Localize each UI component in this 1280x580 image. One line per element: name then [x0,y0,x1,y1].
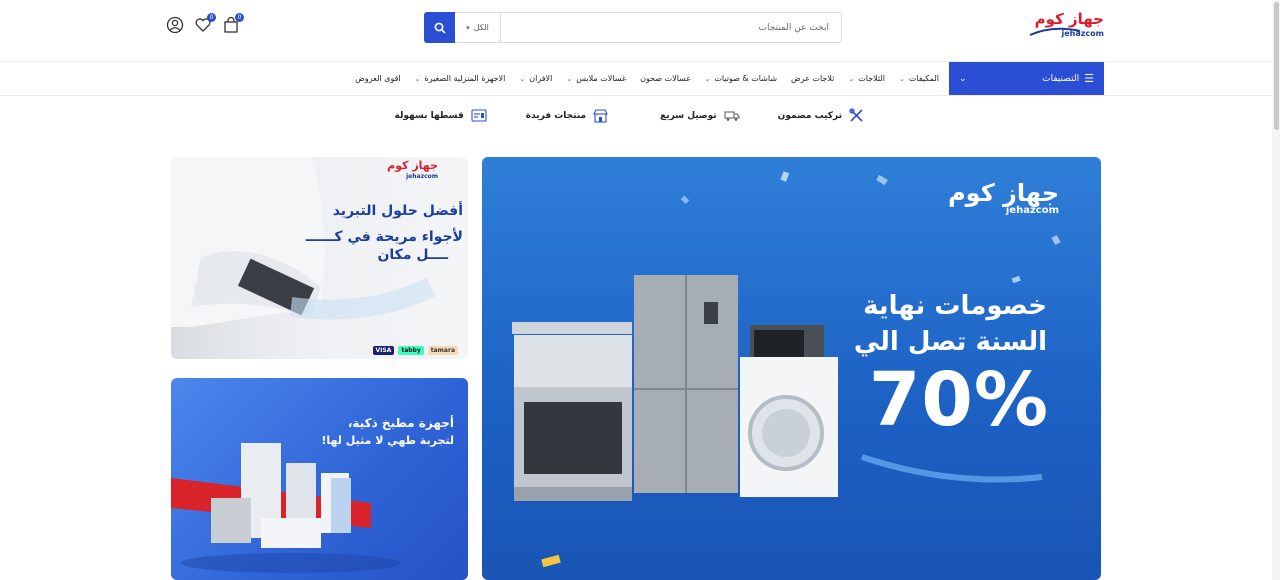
banner-logo-arabic: جهاز كوم [948,179,1059,207]
nav-item-label: الافران [529,74,553,83]
feature-label: قسطها بسهولة [394,110,464,121]
cart-button[interactable]: 0 [222,13,244,34]
feature-unique-products: منتجات فريدة [526,108,608,123]
wishlist-count-badge: 0 [207,13,216,22]
banner-logo-latin: jehazcom [1005,205,1059,216]
cart-count-badge: 0 [235,13,244,22]
payment-methods: VISA tabby tamara [372,346,458,355]
search-button[interactable] [424,12,455,43]
nav-item-screens-audio[interactable]: شاشات & صوتيات ⌄ [704,74,777,83]
banner-headline-line2: السنة تصل الي [853,327,1047,357]
installment-icon [471,109,487,122]
nav-item-ovens[interactable]: الافران ⌄ [519,74,552,83]
visa-badge: VISA [372,346,395,355]
nav-item-label: غسالات ملابس [576,74,627,83]
nav-item-label: الاجهزة المنزلية الصغيرة [424,74,506,83]
chevron-down-icon: ⌄ [414,74,421,83]
chevron-down-icon: ⌄ [519,74,526,83]
ac-headline-line1: أفضل حلول التبريد [332,203,463,219]
banner-logo-latin: jehazcom [406,173,438,180]
wishlist-button[interactable]: 0 [194,13,216,34]
nav-item-display-fridges[interactable]: ثلاجات عرض [791,74,834,83]
hamburger-icon: ☰ [1084,72,1094,85]
hero-banner-year-end-sale[interactable]: جهاز كوم jehazcom خصومات نهاية السنة تصل… [482,157,1101,580]
nav-item-best-offers[interactable]: اقوى العروض [355,74,400,83]
nav-item-label: الثلاجات [858,74,885,83]
kitchen-appliances-illustration [171,443,401,573]
search-bar: الكل ▾ [424,12,842,43]
chevron-down-icon: ⌄ [704,74,711,83]
categories-label: التصنيفات [1042,73,1080,84]
nav-item-small-appliances[interactable]: الاجهزة المنزلية الصغيرة ⌄ [415,74,506,83]
ac-headline-line2: لأجواء مريحة في كــــــ [305,229,463,245]
promo-banner-kitchen-appliances[interactable]: أجهزة مطبخ ذكية، لتجربة طهي لا مثيل لها! [171,378,468,580]
promo-banner-air-conditioners[interactable]: جهاز كوم jehazcom أفضل حلول التبريد لأجو… [171,157,468,359]
nav-item-label: ثلاجات عرض [791,74,835,83]
chevron-down-icon: ⌄ [848,74,855,83]
search-icon [434,22,446,34]
chevron-down-icon: ⌄ [566,74,573,83]
main-navigation: ☰ التصنيفات ⌄ المكيفات ⌄ الثلاجات ⌄ ثلاج… [0,62,1280,96]
page-scrollbar[interactable] [1272,0,1280,580]
nav-item-air-conditioners[interactable]: المكيفات ⌄ [899,74,939,83]
kitchen-headline-line2: لتجربة طهي لا مثيل لها! [321,434,454,447]
search-category-select[interactable]: الكل ▾ [455,13,501,42]
header-icons: 0 0 [166,13,244,34]
categories-button[interactable]: ☰ التصنيفات ⌄ [949,62,1104,95]
nav-item-label: المكيفات [908,74,939,83]
chevron-down-icon: ▾ [466,23,470,32]
feature-label: توصيل سريع [660,110,717,121]
ac-headline-line3: ــــل مكان [377,247,448,263]
store-icon [593,108,608,123]
banner-discount-percent: 70% [868,357,1049,443]
nav-menu: المكيفات ⌄ الثلاجات ⌄ ثلاجات عرض شاشات &… [355,62,939,95]
search-input[interactable] [501,13,841,42]
kitchen-headline-line1: أجهزة مطبخ ذكية، [347,416,454,430]
tools-icon [849,108,863,122]
nav-item-washing-machines[interactable]: غسالات ملابس ⌄ [566,74,626,83]
truck-icon [724,110,740,121]
site-logo[interactable]: جهاز كوم jehazcom [1028,10,1104,43]
nav-item-label: اقوى العروض [355,74,401,83]
nav-item-dishwashers[interactable]: غسالات صحون [640,74,690,83]
banner-logo-arabic: جهاز كوم [387,159,438,172]
nav-item-label: شاشات & صوتيات [714,74,778,83]
nav-item-refrigerators[interactable]: الثلاجات ⌄ [848,74,885,83]
feature-fast-delivery: توصيل سريع [660,108,740,123]
feature-label: تركيب مضمون [777,110,842,121]
chevron-down-icon: ⌄ [959,73,967,84]
banner-headline-line1: خصومات نهاية [863,291,1047,321]
features-strip: تركيب مضمون توصيل سريع منتجات فريدة قسطه… [395,108,865,123]
tabby-badge: tabby [398,346,424,355]
feature-easy-installments: قسطها بسهولة [395,108,487,123]
feature-label: منتجات فريدة [525,110,587,121]
top-header: جهاز كوم jehazcom الكل ▾ [0,0,1280,62]
user-icon [166,16,184,34]
search-category-label: الكل [473,23,489,32]
nav-item-label: غسالات صحون [640,74,691,83]
chevron-down-icon: ⌄ [898,74,905,83]
scrollbar-thumb[interactable] [1274,2,1279,130]
tamara-badge: tamara [427,346,458,355]
account-button[interactable] [166,16,184,34]
feature-guaranteed-installation: تركيب مضمون [778,108,864,123]
